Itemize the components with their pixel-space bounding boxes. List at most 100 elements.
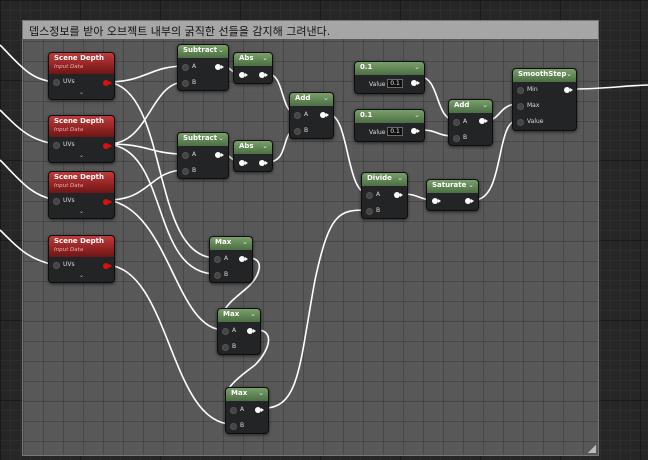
pin-output-icon[interactable] [564, 87, 573, 93]
node-header[interactable]: Scene Depth Input Data [49, 53, 114, 74]
pin-input-icon[interactable] [182, 168, 189, 175]
pin-output-icon[interactable] [247, 328, 256, 334]
node-header[interactable]: 0.1 ⌄ [355, 62, 424, 75]
pin-output-icon[interactable] [411, 128, 420, 134]
chevron-down-icon[interactable]: ⌄ [262, 142, 268, 150]
pin-output-icon[interactable] [479, 118, 488, 124]
pin-input-icon[interactable] [53, 262, 60, 269]
node-header[interactable]: Scene Depth Input Data [49, 172, 114, 193]
pin-input-icon[interactable] [214, 272, 221, 279]
chevron-down-icon[interactable]: ⌄ [468, 181, 474, 189]
chevron-down-icon[interactable]: ⌄ [79, 89, 84, 96]
pin-input-icon[interactable] [517, 87, 524, 94]
subtract-node-2[interactable]: Subtract ⌄ A B [177, 132, 229, 179]
constant-node-2[interactable]: 0.1 ⌄ Value [354, 109, 425, 142]
node-header[interactable]: Subtract ⌄ [178, 133, 228, 146]
pin-output-icon[interactable] [465, 198, 474, 204]
pin-input-icon[interactable] [230, 423, 237, 430]
pin-input-icon[interactable] [366, 208, 373, 215]
pin-output-icon[interactable] [103, 143, 112, 149]
pin-output-icon[interactable] [259, 72, 268, 78]
abs-node-2[interactable]: Abs ⌄ [233, 140, 273, 172]
pin-input-icon[interactable] [230, 407, 237, 414]
node-header[interactable]: Max ⌄ [210, 237, 252, 250]
divide-node[interactable]: Divide ⌄ A B [361, 172, 408, 219]
chevron-down-icon[interactable]: ⌄ [482, 101, 488, 109]
pin-input-icon[interactable] [239, 72, 248, 78]
pin-input-icon[interactable] [182, 64, 189, 71]
chevron-down-icon[interactable]: ⌄ [218, 134, 224, 142]
chevron-down-icon[interactable]: ⌄ [566, 70, 572, 78]
node-header[interactable]: 0.1 ⌄ [355, 110, 424, 123]
saturate-node[interactable]: Saturate ⌄ [426, 179, 479, 211]
scene-depth-node-2[interactable]: Scene Depth Input Data UVs ⌄ [48, 115, 115, 163]
value-field[interactable] [387, 79, 403, 88]
pin-output-icon[interactable] [215, 152, 224, 158]
pin-input-icon[interactable] [182, 80, 189, 87]
scene-depth-node-1[interactable]: Scene Depth Input Data UVs ⌄ [48, 52, 115, 100]
subtract-node-1[interactable]: Subtract ⌄ A B [177, 44, 229, 91]
chevron-down-icon[interactable]: ⌄ [258, 389, 264, 397]
node-header[interactable]: Abs ⌄ [234, 53, 272, 66]
node-header[interactable]: Add ⌄ [449, 100, 492, 113]
pin-input-icon[interactable] [53, 79, 60, 86]
chevron-down-icon[interactable]: ⌄ [250, 310, 256, 318]
node-header[interactable]: Saturate ⌄ [427, 180, 478, 193]
pin-input-icon[interactable] [53, 142, 60, 149]
smoothstep-node[interactable]: SmoothStep ⌄ Min Max Value [512, 68, 577, 131]
pin-output-icon[interactable] [394, 192, 403, 198]
pin-input-icon[interactable] [294, 128, 301, 135]
chevron-down-icon[interactable]: ⌄ [79, 208, 84, 215]
pin-input-icon[interactable] [239, 160, 248, 166]
chevron-down-icon[interactable]: ⌄ [414, 63, 420, 71]
chevron-down-icon[interactable]: ⌄ [414, 111, 420, 119]
pin-input-icon[interactable] [432, 198, 441, 204]
pin-output-icon[interactable] [320, 112, 329, 118]
pin-input-icon[interactable] [366, 192, 373, 199]
constant-node-1[interactable]: 0.1 ⌄ Value [354, 61, 425, 94]
pin-input-icon[interactable] [453, 119, 460, 126]
pin-output-icon[interactable] [103, 80, 112, 86]
abs-node-1[interactable]: Abs ⌄ [233, 52, 273, 84]
max-node-1[interactable]: Max ⌄ A B [209, 236, 253, 283]
pin-output-icon[interactable] [103, 263, 112, 269]
pin-output-icon[interactable] [239, 256, 248, 262]
scene-depth-node-4[interactable]: Scene Depth Input Data UVs ⌄ [48, 235, 115, 283]
pin-output-icon[interactable] [215, 64, 224, 70]
chevron-down-icon[interactable]: ⌄ [218, 46, 224, 54]
node-header[interactable]: Scene Depth Input Data [49, 116, 114, 137]
node-header[interactable]: Divide ⌄ [362, 173, 407, 186]
pin-input-icon[interactable] [222, 344, 229, 351]
pin-output-icon[interactable] [259, 160, 268, 166]
pin-input-icon[interactable] [517, 119, 524, 126]
chevron-down-icon[interactable]: ⌄ [79, 272, 84, 279]
add-node-1[interactable]: Add ⌄ A B [289, 92, 334, 139]
pin-input-icon[interactable] [517, 103, 524, 110]
max-node-3[interactable]: Max ⌄ A B [225, 387, 269, 434]
node-header[interactable]: Scene Depth Input Data [49, 236, 114, 257]
max-node-2[interactable]: Max ⌄ A B [217, 308, 261, 355]
chevron-down-icon[interactable]: ⌄ [262, 54, 268, 62]
node-header[interactable]: Abs ⌄ [234, 141, 272, 154]
pin-output-icon[interactable] [411, 80, 420, 86]
chevron-down-icon[interactable]: ⌄ [323, 94, 329, 102]
node-header[interactable]: Add ⌄ [290, 93, 333, 106]
scene-depth-node-3[interactable]: Scene Depth Input Data UVs ⌄ [48, 171, 115, 219]
pin-output-icon[interactable] [255, 407, 264, 413]
node-header[interactable]: Max ⌄ [226, 388, 268, 401]
chevron-down-icon[interactable]: ⌄ [242, 238, 248, 246]
node-header[interactable]: SmoothStep ⌄ [513, 69, 576, 82]
node-header[interactable]: Max ⌄ [218, 309, 260, 322]
value-field[interactable] [387, 127, 403, 136]
pin-input-icon[interactable] [453, 135, 460, 142]
node-header[interactable]: Subtract ⌄ [178, 45, 228, 58]
add-node-2[interactable]: Add ⌄ A B [448, 99, 493, 146]
chevron-down-icon[interactable]: ⌄ [397, 174, 403, 182]
pin-input-icon[interactable] [182, 152, 189, 159]
pin-input-icon[interactable] [53, 198, 60, 205]
pin-output-icon[interactable] [103, 199, 112, 205]
chevron-down-icon[interactable]: ⌄ [79, 152, 84, 159]
pin-input-icon[interactable] [214, 256, 221, 263]
pin-input-icon[interactable] [294, 112, 301, 119]
pin-input-icon[interactable] [222, 328, 229, 335]
